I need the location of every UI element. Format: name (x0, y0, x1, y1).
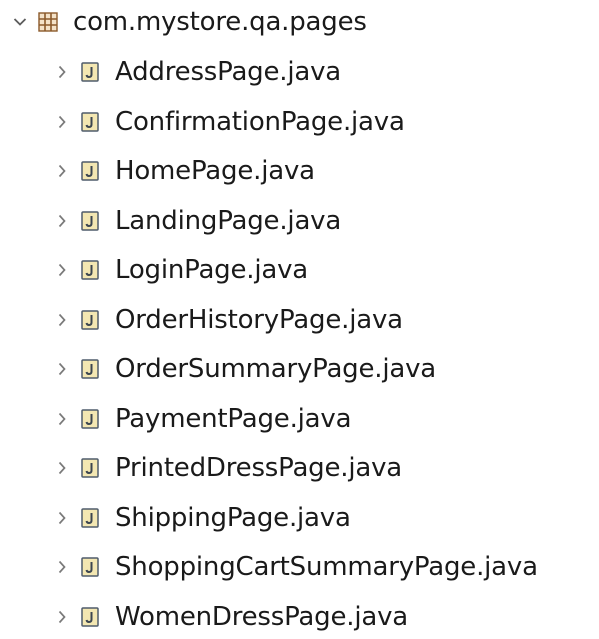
java-file-icon (78, 456, 102, 480)
file-name: LandingPage.java (115, 206, 342, 236)
file-node[interactable]: WomenDressPage.java (46, 595, 408, 639)
file-name: OrderHistoryPage.java (115, 305, 403, 335)
package-node[interactable]: com.mystore.qa.pages (4, 0, 367, 44)
chevron-right-icon[interactable] (46, 397, 78, 441)
file-node[interactable]: LandingPage.java (46, 199, 341, 243)
file-name: OrderSummaryPage.java (115, 354, 437, 384)
chevron-right-icon[interactable] (46, 149, 78, 193)
java-file-icon (78, 555, 102, 579)
chevron-right-icon[interactable] (46, 298, 78, 342)
chevron-down-icon[interactable] (4, 0, 36, 44)
file-node[interactable]: PrintedDressPage.java (46, 446, 402, 490)
file-name: ShoppingCartSummaryPage.java (115, 552, 538, 582)
java-file-icon (78, 506, 102, 530)
file-node[interactable]: ShoppingCartSummaryPage.java (46, 545, 538, 589)
chevron-right-icon[interactable] (46, 347, 78, 391)
file-node[interactable]: OrderSummaryPage.java (46, 347, 436, 391)
file-node[interactable]: ShippingPage.java (46, 496, 351, 540)
java-file-icon (78, 60, 102, 84)
chevron-right-icon[interactable] (46, 595, 78, 639)
file-node[interactable]: PaymentPage.java (46, 397, 352, 441)
file-node[interactable]: OrderHistoryPage.java (46, 298, 403, 342)
chevron-right-icon[interactable] (46, 248, 78, 292)
java-file-icon (78, 110, 102, 134)
chevron-right-icon[interactable] (46, 100, 78, 144)
file-name: AddressPage.java (115, 57, 342, 87)
chevron-right-icon[interactable] (46, 496, 78, 540)
java-file-icon (78, 357, 102, 381)
chevron-right-icon[interactable] (46, 50, 78, 94)
file-name: HomePage.java (115, 156, 315, 186)
file-name: ConfirmationPage.java (115, 107, 405, 137)
file-name: PrintedDressPage.java (115, 453, 403, 483)
chevron-right-icon[interactable] (46, 545, 78, 589)
java-file-icon (78, 209, 102, 233)
file-name: ShippingPage.java (115, 503, 351, 533)
file-node[interactable]: HomePage.java (46, 149, 315, 193)
file-node[interactable]: LoginPage.java (46, 248, 308, 292)
package-icon (36, 10, 60, 34)
java-file-icon (78, 407, 102, 431)
package-explorer-tree: com.mystore.qa.pages AddressPage.java Con… (0, 0, 599, 632)
chevron-right-icon[interactable] (46, 199, 78, 243)
file-name: LoginPage.java (115, 255, 309, 285)
file-node[interactable]: AddressPage.java (46, 50, 341, 94)
package-name: com.mystore.qa.pages (73, 7, 367, 37)
file-name: PaymentPage.java (115, 404, 352, 434)
file-name: WomenDressPage.java (115, 602, 409, 632)
java-file-icon (78, 605, 102, 629)
java-file-icon (78, 258, 102, 282)
java-file-icon (78, 308, 102, 332)
file-node[interactable]: ConfirmationPage.java (46, 100, 405, 144)
chevron-right-icon[interactable] (46, 446, 78, 490)
java-file-icon (78, 159, 102, 183)
